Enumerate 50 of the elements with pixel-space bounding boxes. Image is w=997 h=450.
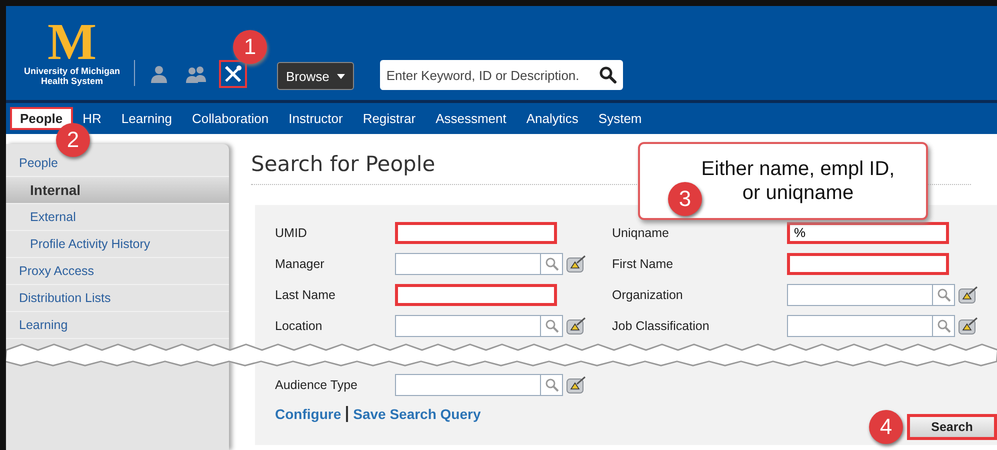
field-label: Job Classification [612, 318, 710, 332]
browse-button[interactable]: Browse [277, 62, 354, 90]
input-field[interactable]: % [787, 222, 949, 244]
eraser-icon[interactable] [566, 316, 586, 334]
input-field[interactable] [395, 374, 541, 396]
sidebar-item[interactable]: Learning [6, 312, 229, 339]
eraser-icon[interactable] [958, 316, 978, 334]
nav-tab[interactable]: System [588, 107, 652, 130]
logo-text: University of Michigan Health System [22, 66, 122, 86]
field-label: Manager [275, 256, 326, 270]
input-field[interactable] [395, 222, 557, 244]
input-field[interactable] [787, 252, 949, 274]
sidebar-item[interactable]: Internal [6, 177, 229, 204]
input-field[interactable] [395, 252, 541, 274]
sidebar-item[interactable]: Distribution Lists [6, 285, 229, 312]
nav-tab[interactable]: Analytics [516, 107, 588, 130]
nav-tab[interactable]: Learning [111, 107, 182, 130]
eraser-icon[interactable] [566, 254, 586, 272]
step-number-badge: 3 [668, 182, 702, 216]
eraser-icon[interactable] [958, 286, 978, 304]
input-field[interactable] [787, 284, 933, 306]
field-label: UMID [275, 226, 308, 240]
field-label: Uniqname [612, 226, 670, 240]
nav-tab[interactable]: Assessment [426, 107, 516, 130]
input-field[interactable] [787, 314, 933, 336]
input-field[interactable] [395, 314, 541, 336]
form-link[interactable]: Save Search Query [353, 406, 481, 422]
nav-tab[interactable]: Collaboration [182, 107, 279, 130]
logo-letter: M [47, 20, 97, 66]
field-label: Last Name [275, 288, 336, 302]
eraser-icon[interactable] [566, 376, 586, 394]
nav-tab[interactable]: Registrar [352, 107, 426, 130]
field-label: Organization [612, 288, 684, 302]
form-link[interactable]: Configure [275, 406, 342, 422]
search-field[interactable]: Enter Keyword, ID or Description. [380, 60, 624, 90]
step-number-badge: 4 [869, 410, 903, 444]
search-icon[interactable] [599, 66, 618, 84]
field-label: First Name [612, 256, 674, 270]
sidebar-item[interactable]: External [6, 204, 229, 231]
input-field[interactable] [395, 284, 557, 306]
field-label: Audience Type [275, 378, 358, 392]
sidebar-item[interactable]: Proxy Access [6, 258, 229, 285]
nav-tab[interactable]: People [10, 107, 73, 130]
search-button[interactable]: Search [907, 414, 997, 440]
sidebar-item[interactable]: Profile Activity History [6, 231, 229, 258]
caret-icon [337, 74, 346, 78]
step-number-badge: 1 [233, 30, 267, 64]
tools-icon[interactable] [219, 60, 247, 88]
field-label: Location [275, 318, 324, 332]
nav-tab[interactable]: Instructor [278, 107, 353, 130]
